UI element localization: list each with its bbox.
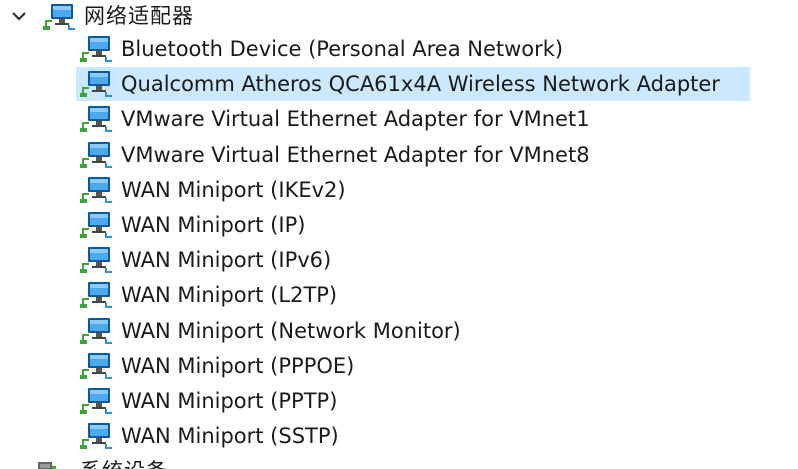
network-adapter-icon [80, 388, 112, 414]
network-adapter-icon [80, 247, 112, 274]
network-adapter-icon [80, 282, 112, 309]
device-label: VMware Virtual Ethernet Adapter for VMne… [121, 142, 590, 167]
network-adapter-icon [80, 317, 112, 344]
device-list-item[interactable]: Qualcomm Atheros QCA61x4A Wireless Netwo… [76, 67, 750, 102]
category-system-devices[interactable]: 系统设备 [36, 456, 236, 469]
device-label: WAN Miniport (SSTP) [121, 424, 339, 449]
device-label: WAN Miniport (PPTP) [121, 389, 338, 413]
system-device-icon [38, 462, 56, 469]
device-list-item[interactable]: WAN Miniport (PPTP) [76, 384, 750, 418]
device-list-item[interactable]: WAN Miniport (PPPOE) [76, 349, 750, 383]
device-label: Qualcomm Atheros QCA61x4A Wireless Netwo… [121, 72, 720, 97]
network-adapter-icon [80, 106, 112, 133]
device-list-item[interactable]: WAN Miniport (IP) [76, 208, 750, 242]
network-adapter-icon [80, 423, 112, 450]
device-label: WAN Miniport (Network Monitor) [121, 318, 461, 343]
device-list-item[interactable]: VMware Virtual Ethernet Adapter for VMne… [76, 138, 750, 172]
device-label: WAN Miniport (L2TP) [121, 283, 338, 308]
device-label: WAN Miniport (PPPOE) [121, 353, 355, 378]
network-adapter-icon [80, 176, 112, 203]
chevron-down-icon[interactable] [10, 10, 28, 24]
device-label: WAN Miniport (IP) [121, 213, 306, 237]
device-list-item[interactable]: WAN Miniport (SSTP) [76, 419, 750, 453]
device-list-item[interactable]: WAN Miniport (IKEv2) [76, 173, 750, 207]
network-adapter-icon [43, 4, 75, 30]
network-adapter-icon [80, 71, 112, 98]
network-adapter-icon [80, 212, 112, 238]
device-list-item[interactable]: WAN Miniport (IPv6) [76, 243, 750, 277]
device-label: Bluetooth Device (Personal Area Network) [121, 37, 564, 61]
device-list-item[interactable]: Bluetooth Device (Personal Area Network) [76, 32, 750, 66]
network-adapter-icon [80, 352, 112, 379]
category-label: 网络适配器 [84, 4, 194, 28]
device-list-item[interactable]: WAN Miniport (Network Monitor) [76, 314, 750, 348]
device-label: WAN Miniport (IKEv2) [121, 177, 346, 202]
device-tree: 网络适配器 Bluetooth Device (Personal Area Ne… [0, 0, 798, 469]
device-label: VMware Virtual Ethernet Adapter for VMne… [121, 107, 590, 132]
category-network-adapters[interactable]: 网络适配器 [0, 0, 300, 32]
device-list-item[interactable]: WAN Miniport (L2TP) [76, 278, 750, 312]
device-label: WAN Miniport (IPv6) [121, 248, 332, 273]
network-adapter-icon [80, 141, 112, 168]
network-adapter-icon [80, 36, 112, 62]
category-label-system-devices: 系统设备 [80, 456, 168, 469]
device-list-item[interactable]: VMware Virtual Ethernet Adapter for VMne… [76, 102, 750, 136]
